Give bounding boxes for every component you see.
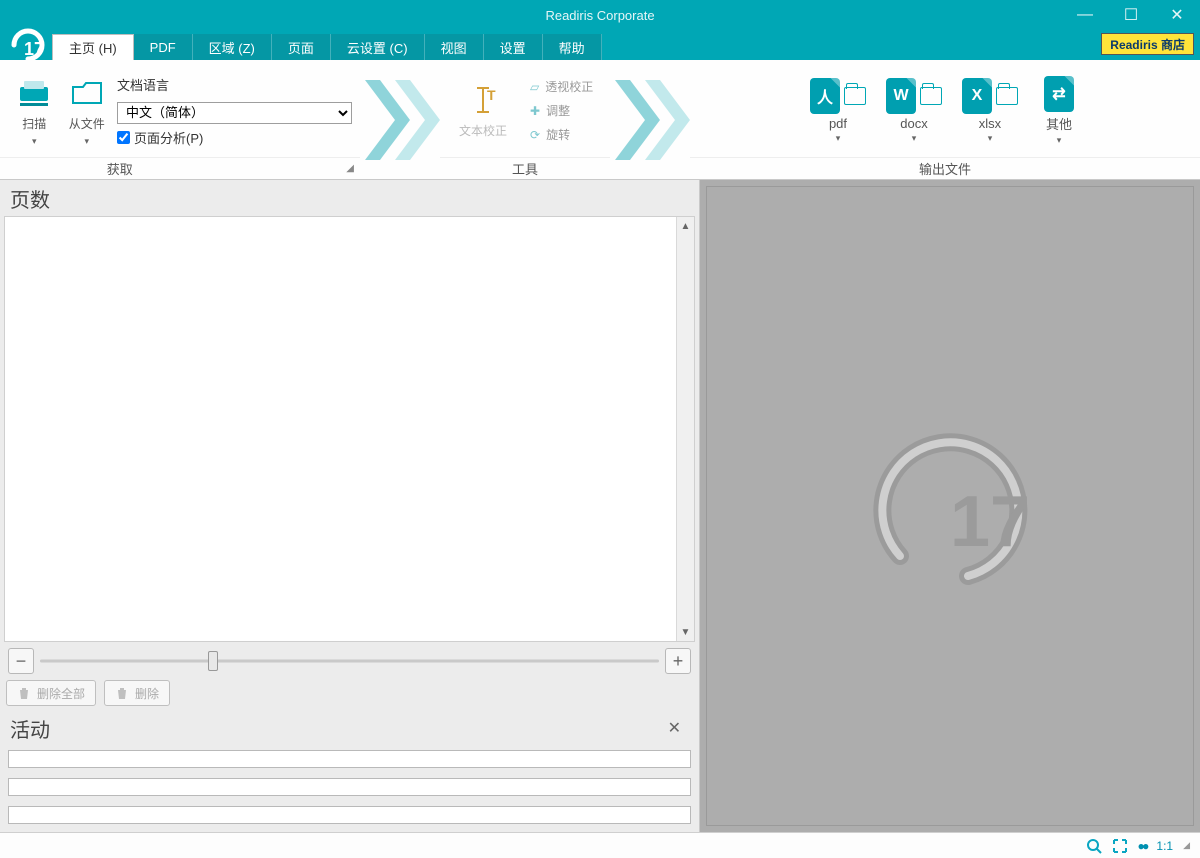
status-resize-grip[interactable]: ◢ (1183, 840, 1190, 851)
language-select[interactable]: 中文（简体） (117, 102, 352, 124)
swap-icon: ⇄ (1044, 76, 1074, 112)
watermark-logo-icon: 17 (840, 416, 1060, 596)
ribbon-group-acquire: 扫描 ▾ 从文件 ▾ 文档语言 中文（简体） 页面分析(P) 获取 ◢ (0, 60, 360, 179)
folder-icon (996, 87, 1018, 105)
main-area: 页数 ▲ ▼ − + 删除全部 删除 (0, 180, 1200, 832)
perspective-button[interactable]: ▱透视校正 (526, 76, 597, 98)
page-analysis-input[interactable] (117, 131, 130, 144)
dialog-launcher-acquire[interactable]: ◢ (346, 163, 360, 174)
trash-icon (17, 686, 31, 700)
status-fit-width-icon[interactable]: ● ● (1138, 839, 1147, 853)
group-label-tools: 工具 (512, 159, 538, 178)
tab-pdf[interactable]: PDF (134, 34, 193, 60)
from-file-label: 从文件 (69, 115, 105, 132)
tab-zones[interactable]: 区域 (Z) (193, 34, 272, 60)
folder-icon (844, 87, 866, 105)
scan-label: 扫描 (22, 115, 46, 132)
zoom-out-button[interactable]: − (8, 648, 34, 674)
docx-file-icon: W (886, 78, 916, 114)
ribbon-tabs: 17 主页 (H) PDF 区域 (Z) 页面 云设置 (C) 视图 设置 帮助… (0, 30, 1200, 60)
slider-thumb[interactable] (208, 651, 218, 671)
ribbon-group-tools: T 文本校正 ▱透视校正 ✚调整 ⟳旋转 工具 (440, 60, 610, 179)
rotate-button[interactable]: ⟳旋转 (526, 124, 597, 146)
window-controls: — ☐ ✕ (1062, 0, 1200, 30)
tab-cloud[interactable]: 云设置 (C) (331, 34, 425, 60)
trash-icon (115, 686, 129, 700)
page-analysis-checkbox[interactable]: 页面分析(P) (117, 128, 352, 147)
status-search-icon[interactable] (1086, 838, 1102, 854)
pdf-file-icon: 人 (810, 78, 840, 114)
scroll-up-button[interactable]: ▲ (677, 217, 694, 235)
from-file-button[interactable]: 从文件 ▾ (61, 68, 114, 153)
store-button[interactable]: Readiris 商店 (1101, 33, 1194, 55)
preview-panel: 17 (700, 180, 1200, 832)
text-correction-label: 文本校正 (459, 122, 507, 139)
group-label-output: 输出文件 (919, 159, 971, 178)
page-actions-row: 删除全部 删除 (0, 676, 699, 710)
svg-text:T: T (487, 87, 496, 103)
tab-page[interactable]: 页面 (272, 34, 331, 60)
page-thumbnails[interactable]: ▲ ▼ (4, 216, 695, 642)
progress-bar (8, 750, 691, 768)
text-correction-button[interactable]: T 文本校正 (448, 68, 518, 153)
output-docx-button[interactable]: W docx▾ (879, 78, 949, 144)
scan-button[interactable]: 扫描 ▾ (8, 68, 61, 153)
tab-view[interactable]: 视图 (425, 34, 484, 60)
scroll-down-button[interactable]: ▼ (677, 623, 694, 641)
folder-icon (920, 87, 942, 105)
thumbnail-zoom-row: − + (4, 646, 695, 676)
status-fit-icon[interactable] (1112, 838, 1128, 854)
tab-settings[interactable]: 设置 (484, 34, 543, 60)
zoom-in-button[interactable]: + (665, 648, 691, 674)
left-panel: 页数 ▲ ▼ − + 删除全部 删除 (0, 180, 700, 832)
delete-all-button[interactable]: 删除全部 (6, 680, 96, 706)
svg-text:17: 17 (950, 482, 1030, 562)
tab-home[interactable]: 主页 (H) (52, 34, 134, 60)
output-other-button[interactable]: ⇄ 其他▾ (1031, 76, 1087, 146)
chevron-separator-2 (610, 60, 690, 179)
chevron-separator-1 (360, 60, 440, 179)
activity-close-button[interactable]: ✕ (660, 718, 689, 738)
scanner-icon (16, 75, 52, 111)
thumbnail-zoom-slider[interactable] (40, 648, 659, 674)
maximize-button[interactable]: ☐ (1108, 0, 1154, 30)
ribbon-group-output: 人 pdf▾ W docx▾ X xlsx▾ ⇄ (690, 60, 1200, 179)
title-bar: Readiris Corporate — ☐ ✕ (0, 0, 1200, 30)
adjust-icon: ✚ (530, 104, 540, 118)
adjust-button[interactable]: ✚调整 (526, 100, 597, 122)
group-label-acquire: 获取 (107, 159, 133, 178)
status-bar: ● ● 1:1 ◢ (0, 832, 1200, 858)
progress-bar (8, 778, 691, 796)
activity-panel-title: 活动 ✕ (0, 710, 699, 746)
xlsx-file-icon: X (962, 78, 992, 114)
minimize-button[interactable]: — (1062, 0, 1108, 30)
activity-list (0, 746, 699, 832)
pages-panel-title: 页数 (0, 180, 699, 216)
thumbnails-scrollbar[interactable]: ▲ ▼ (676, 217, 694, 641)
delete-button[interactable]: 删除 (104, 680, 170, 706)
tab-help[interactable]: 帮助 (543, 34, 602, 60)
status-zoom-ratio[interactable]: 1:1 (1156, 839, 1173, 853)
close-button[interactable]: ✕ (1154, 0, 1200, 30)
text-cursor-icon: T (465, 82, 501, 118)
lang-label: 文档语言 (117, 75, 352, 94)
preview-frame[interactable]: 17 (706, 186, 1194, 826)
folder-icon (69, 75, 105, 111)
perspective-icon: ▱ (530, 80, 539, 94)
ribbon: 扫描 ▾ 从文件 ▾ 文档语言 中文（简体） 页面分析(P) 获取 ◢ (0, 60, 1200, 180)
svg-text:17: 17 (24, 39, 44, 59)
app-logo-icon: 17 (4, 30, 52, 60)
rotate-icon: ⟳ (530, 128, 540, 142)
app-title: Readiris Corporate (545, 8, 654, 23)
scroll-track[interactable] (677, 235, 694, 623)
output-xlsx-button[interactable]: X xlsx▾ (955, 78, 1025, 144)
progress-bar (8, 806, 691, 824)
output-pdf-button[interactable]: 人 pdf▾ (803, 78, 873, 144)
